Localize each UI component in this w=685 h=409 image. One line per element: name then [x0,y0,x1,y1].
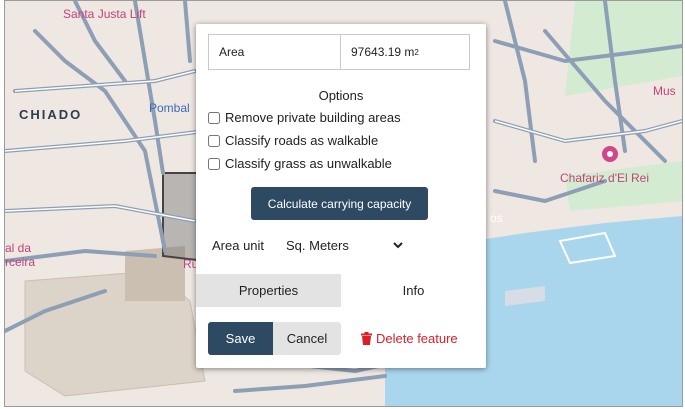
map-label-os: os [490,211,503,225]
classify-grass-unwalkable-checkbox[interactable] [208,157,220,170]
map-label-rceira: rceira [5,255,36,269]
tab-properties[interactable]: Properties [196,274,341,307]
calculate-carrying-capacity-button[interactable]: Calculate carrying capacity [251,187,428,220]
map-label-museum: Mus [653,84,676,98]
map-label-santa-justa: Santa Justa Lift [63,7,146,21]
map-label-al-da: al da [5,241,32,255]
delete-feature-label: Delete feature [376,331,458,346]
map-label-chafariz: Chafariz d'El Rei [560,171,649,185]
map-label-chiado: CHIADO [19,107,83,122]
area-value: 97643.19 m2 [341,35,469,69]
option-classify-grass-unwalkable[interactable]: Classify grass as unwalkable [208,156,392,171]
popup-actions: Save Cancel Delete feature [208,322,458,355]
area-label: Area [209,35,341,69]
area-table: Area 97643.19 m2 [208,34,470,70]
option-classify-roads-walkable[interactable]: Classify roads as walkable [208,133,378,148]
trash-icon [361,332,372,345]
option-remove-private-buildings[interactable]: Remove private building areas [208,110,401,125]
area-unit-selected: Sq. Meters [286,237,349,253]
option-label: Classify grass as unwalkable [225,156,392,171]
cancel-button[interactable]: Cancel [273,322,341,355]
tab-info[interactable]: Info [341,274,486,307]
option-label: Remove private building areas [225,110,401,125]
chevron-down-icon [393,242,403,249]
options-title: Options [318,88,364,103]
area-unit-select[interactable]: Sq. Meters [282,234,408,256]
popup-tabs: Properties Info [196,274,486,307]
delete-feature-button[interactable]: Delete feature [361,331,458,346]
area-value-unit-exponent: 2 [414,47,419,57]
area-value-number: 97643.19 m [351,45,415,59]
remove-private-buildings-checkbox[interactable] [208,111,220,124]
area-unit-label: Area unit [212,238,265,253]
map-label-pombal: Pombal [149,101,190,115]
option-label: Classify roads as walkable [225,133,379,148]
classify-roads-walkable-checkbox[interactable] [208,134,220,147]
save-button[interactable]: Save [208,322,273,355]
feature-popup: Area 97643.19 m2 Options Remove private … [196,24,486,368]
